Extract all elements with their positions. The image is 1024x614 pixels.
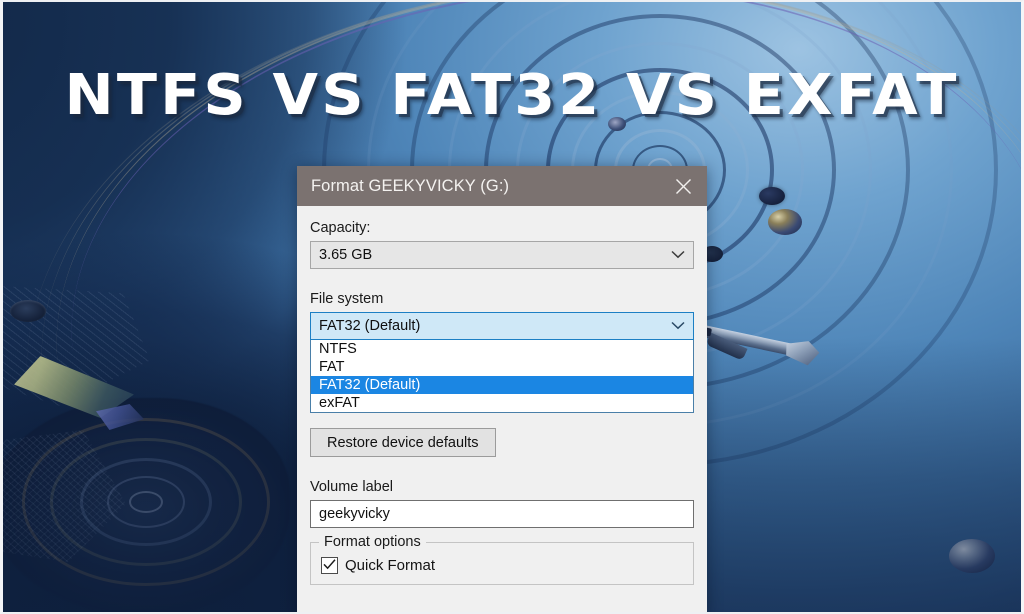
format-options-group: Format options Quick Format <box>310 534 694 585</box>
file-system-option[interactable]: FAT32 (Default) <box>311 376 693 394</box>
dialog-body: Capacity: 3.65 GB File system FAT32 (Def… <box>297 206 707 585</box>
page-title: NTFS VS FAT32 VS EXFAT <box>64 63 960 128</box>
capacity-combobox[interactable]: 3.65 GB <box>310 241 694 269</box>
file-system-label: File system <box>310 291 384 307</box>
volume-label-input[interactable]: geekyvicky <box>310 500 694 528</box>
file-system-combobox[interactable]: FAT32 (Default) <box>310 312 694 340</box>
chevron-down-icon <box>671 247 685 263</box>
volume-label-value: geekyvicky <box>319 506 390 522</box>
file-system-value: FAT32 (Default) <box>319 318 421 334</box>
close-button[interactable] <box>659 166 707 206</box>
quick-format-checkbox[interactable] <box>321 557 338 574</box>
capacity-label: Capacity: <box>310 220 371 236</box>
close-icon <box>674 177 693 196</box>
file-system-dropdown-wrap: NTFS FAT FAT32 (Default) exFAT <box>310 340 694 418</box>
file-system-option[interactable]: NTFS <box>311 340 693 358</box>
file-system-option[interactable]: exFAT <box>311 394 693 412</box>
file-system-option[interactable]: FAT <box>311 358 693 376</box>
screenshot-canvas: NTFS VS FAT32 VS EXFAT Format GEEKYVICKY… <box>0 0 1024 614</box>
volume-label-label: Volume label <box>310 479 394 495</box>
quick-format-row[interactable]: Quick Format <box>321 557 683 574</box>
dialog-titlebar: Format GEEKYVICKY (G:) <box>297 166 707 206</box>
file-system-dropdown-list[interactable]: NTFS FAT FAT32 (Default) exFAT <box>310 340 694 413</box>
chevron-down-icon <box>671 318 685 334</box>
restore-device-defaults-button[interactable]: Restore device defaults <box>310 428 496 457</box>
dialog-title: Format GEEKYVICKY (G:) <box>311 176 510 195</box>
checkmark-icon <box>323 557 336 575</box>
quick-format-label: Quick Format <box>345 557 436 574</box>
format-dialog: Format GEEKYVICKY (G:) Capacity: 3.65 GB <box>297 166 707 614</box>
capacity-value: 3.65 GB <box>319 247 373 263</box>
format-options-legend: Format options <box>319 534 426 550</box>
